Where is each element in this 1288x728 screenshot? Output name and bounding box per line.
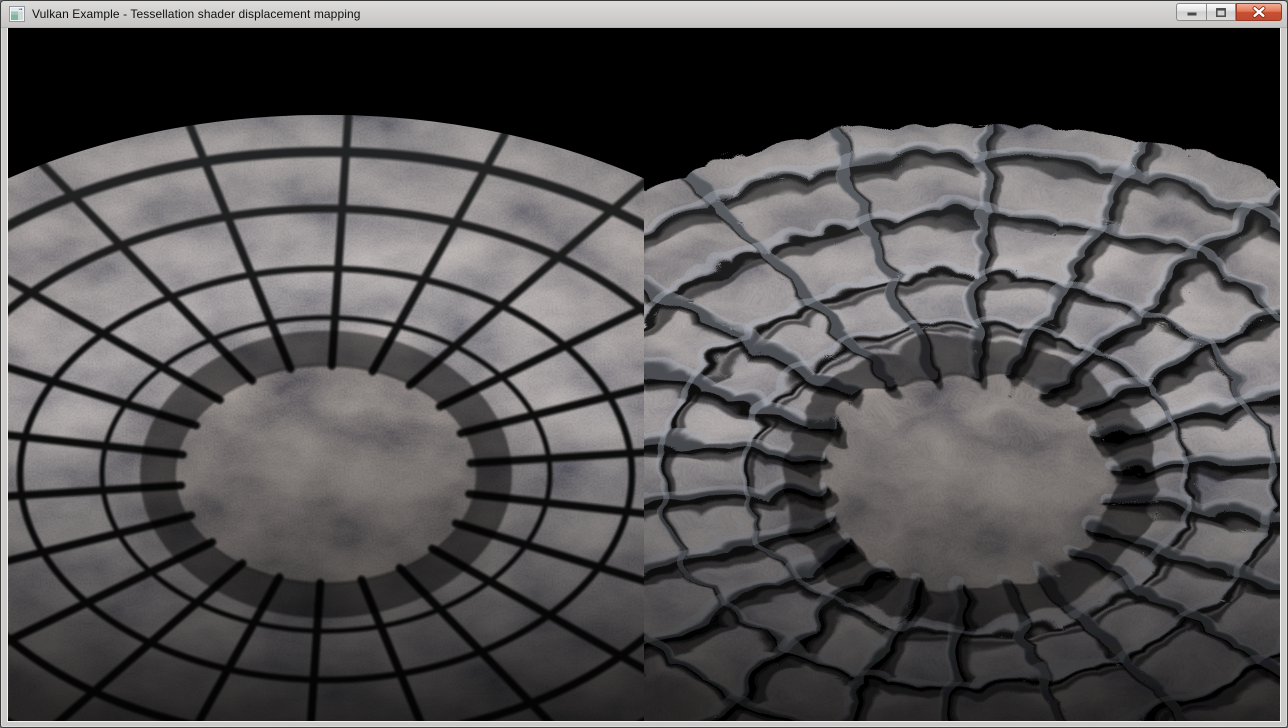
close-button[interactable] [1236, 3, 1282, 21]
application-window: Vulkan Example - Tessellation shader dis… [0, 0, 1288, 728]
torus-render-1 [644, 28, 1280, 721]
viewport-torus-displaced[interactable] [644, 28, 1280, 721]
torus-render-0 [8, 28, 644, 721]
titlebar[interactable]: Vulkan Example - Tessellation shader dis… [1, 1, 1287, 28]
close-icon [1252, 6, 1266, 18]
minimize-button[interactable] [1176, 3, 1206, 21]
viewport-torus-flat[interactable] [8, 28, 644, 721]
window-controls [1176, 3, 1282, 21]
minimize-icon [1186, 7, 1198, 17]
application-window-icon [9, 6, 25, 22]
window-title: Vulkan Example - Tessellation shader dis… [32, 7, 1281, 21]
render-client-area [7, 28, 1281, 722]
maximize-icon [1215, 7, 1227, 18]
maximize-button[interactable] [1206, 3, 1236, 21]
